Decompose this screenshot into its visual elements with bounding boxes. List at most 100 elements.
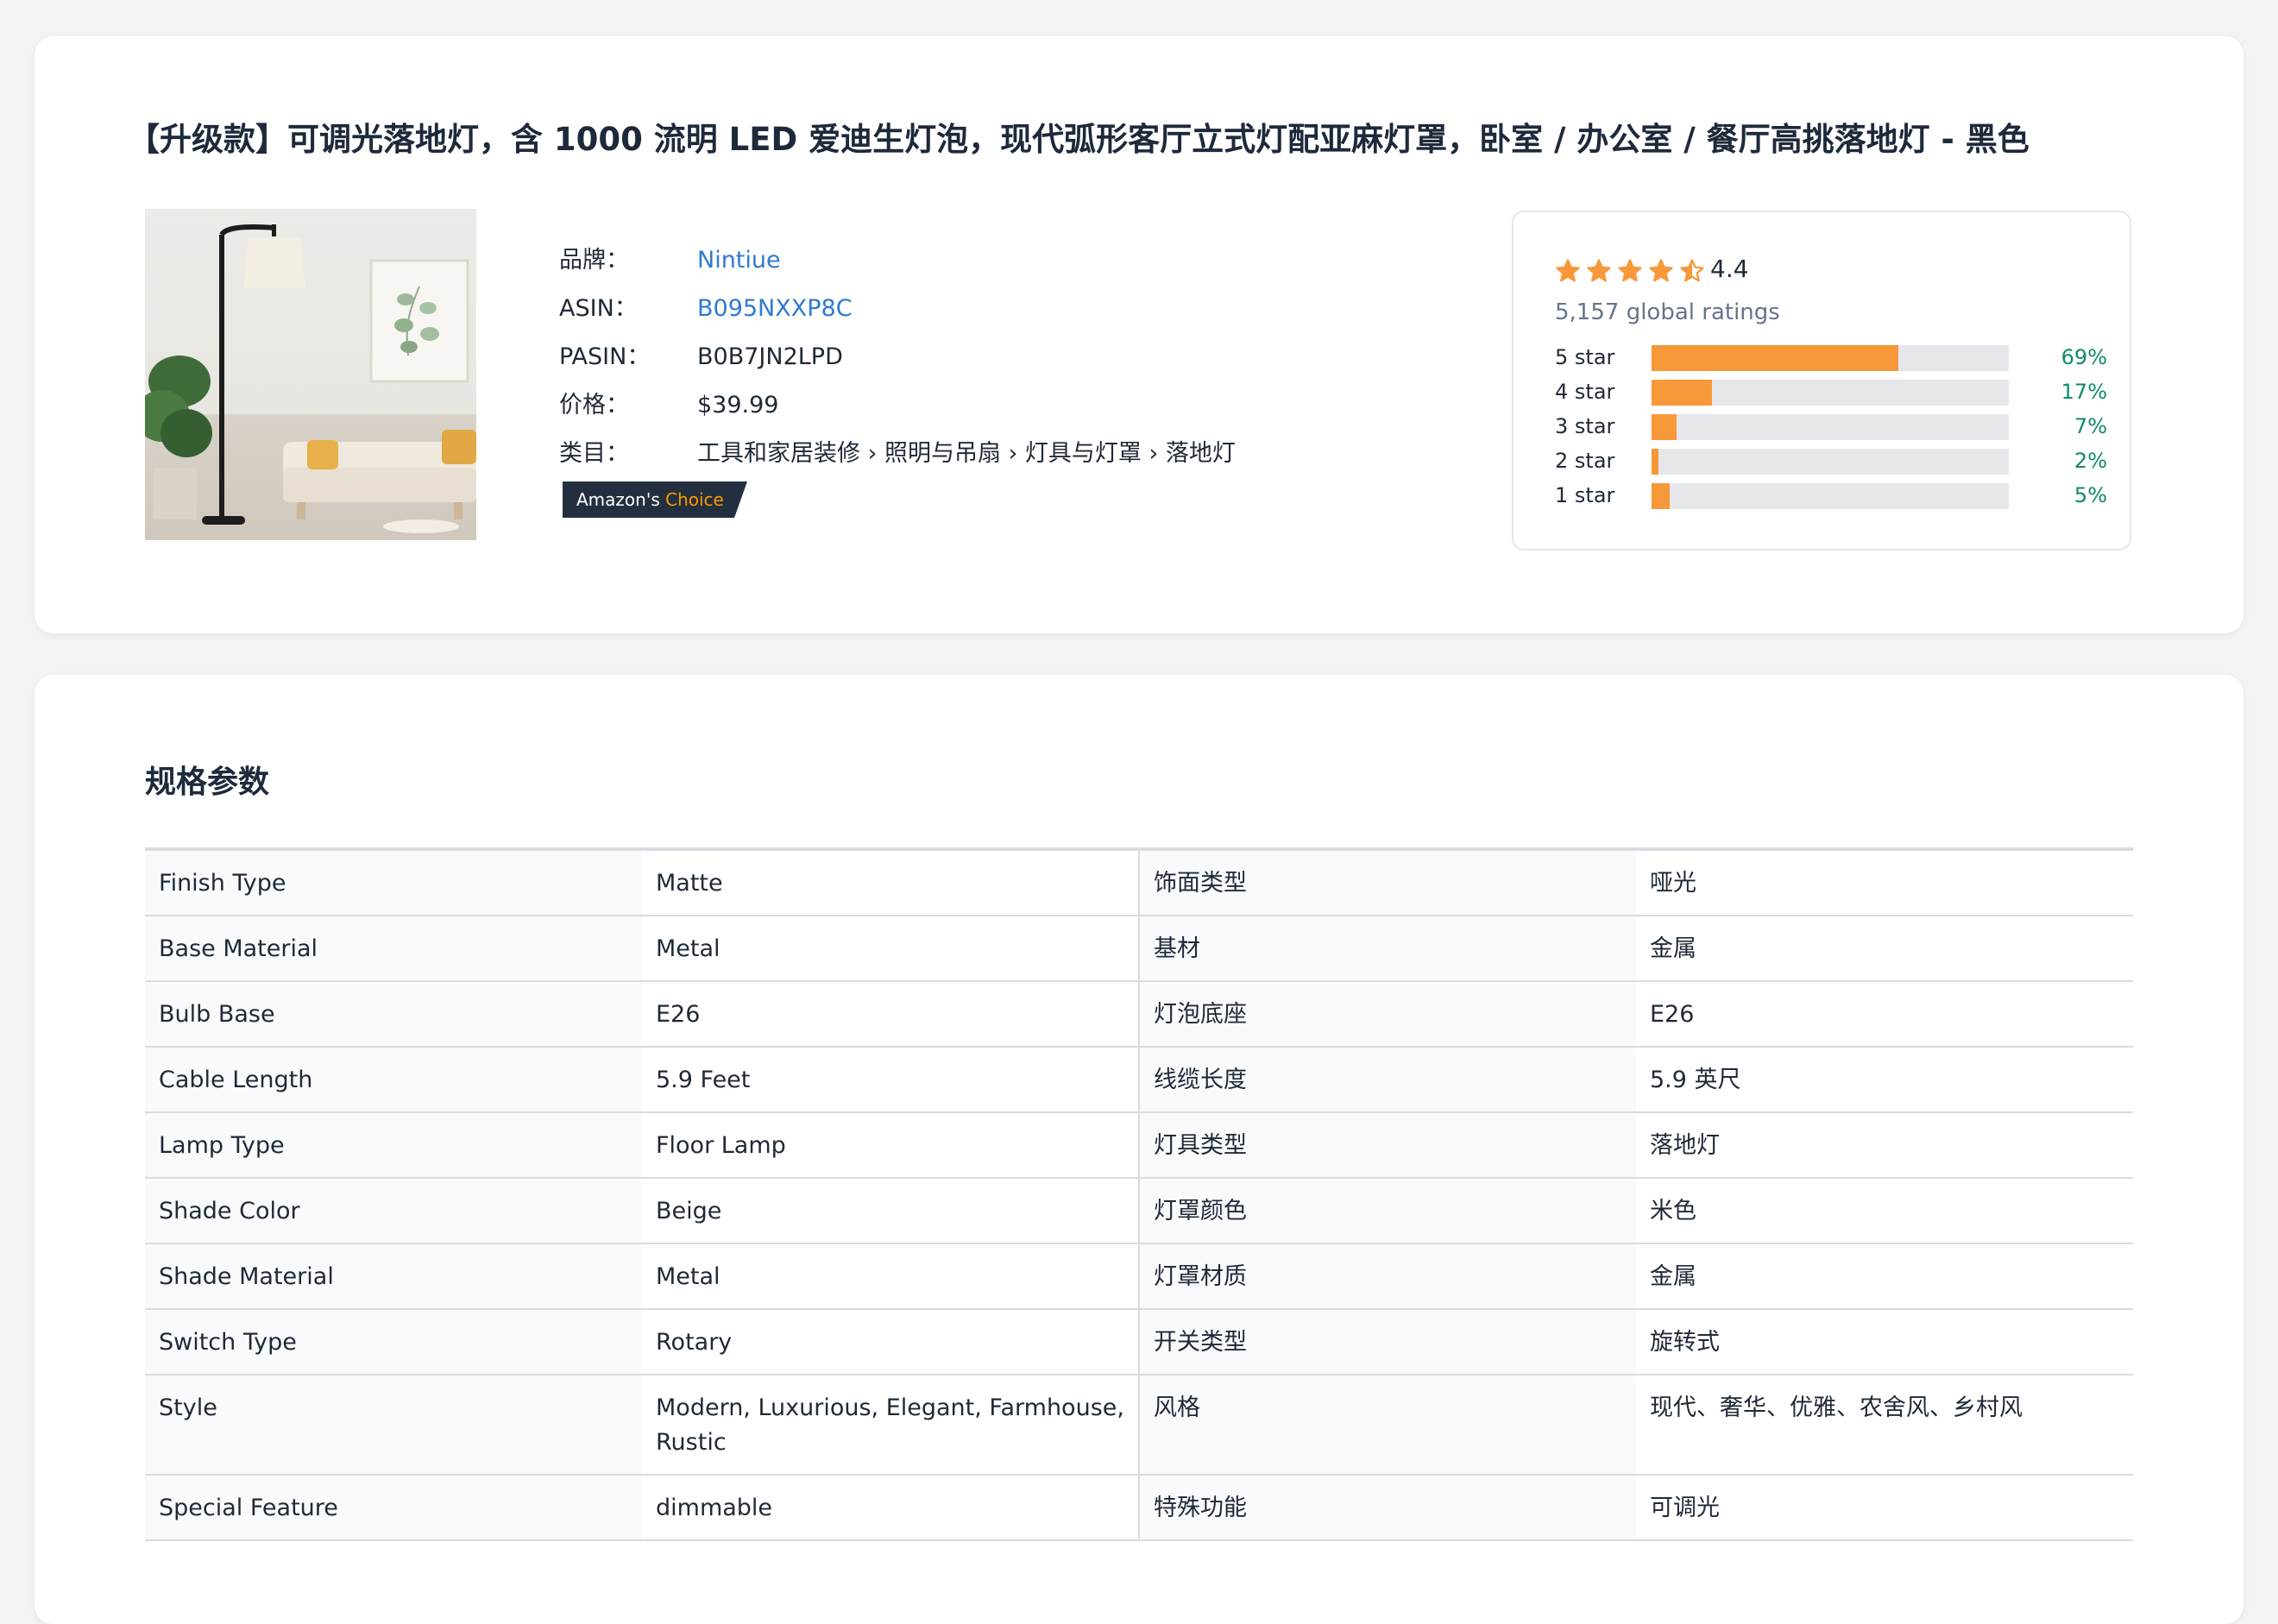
spec-value-zh: 金属 [1636,916,2133,982]
star-full-icon [1618,259,1642,282]
spec-row: Cable Length 5.9 Feet 线缆长度 5.9 英尺 [145,1047,2133,1113]
spec-value-en: dimmable [642,1475,1139,1541]
category-label: 类目： [559,440,629,467]
star-full-icon [1649,259,1673,282]
histogram-bar [1652,345,2009,371]
spec-key-zh: 灯泡底座 [1138,981,1636,1048]
histogram-star-label: 3 star [1555,414,1615,438]
spec-value-zh: 旋转式 [1636,1309,2133,1375]
spec-key-en: Switch Type [145,1309,642,1375]
spec-row: Lamp Type Floor Lamp 灯具类型 落地灯 [145,1112,2133,1179]
spec-key-en: Special Feature [145,1475,642,1541]
histogram-star-label: 4 star [1555,380,1615,404]
price-label: 价格： [559,392,629,419]
price-value: $39.99 [697,392,779,419]
spec-value-zh: 米色 [1636,1178,2133,1244]
spec-key-en: Bulb Base [145,981,642,1048]
histogram-bar-fill [1652,483,1670,509]
asin-link[interactable]: B095NXXP8C [697,292,853,326]
spec-key-en: Finish Type [145,849,642,916]
star-rating [1555,255,1705,286]
histogram-star-label: 1 star [1555,483,1615,507]
spec-value-en: Matte [642,849,1139,916]
histogram-row[interactable]: 1 star 5% [1555,482,2107,509]
star-full-icon [1587,259,1611,282]
spec-row: Style Modern, Luxurious, Elegant, Farmhou… [145,1375,2133,1476]
spec-value-en: Modern, Luxurious, Elegant, Farmhouse, R… [642,1375,1139,1476]
histogram-bar [1652,414,2009,440]
brand-label: 品牌： [559,247,629,274]
spec-key-en: Shade Color [145,1178,642,1244]
brand-link[interactable]: Nintiue [697,243,781,278]
pasin-value: B0B7JN2LPD [697,343,843,370]
spec-value-en: Metal [642,916,1139,982]
spec-value-zh: E26 [1636,981,2133,1048]
spec-value-en: Floor Lamp [642,1112,1139,1179]
product-card: 【升级款】可调光落地灯，含 1000 流明 LED 爱迪生灯泡，现代弧形客厅立式… [35,36,2243,633]
spec-value-en: Rotary [642,1309,1139,1375]
spec-row: Finish Type Matte 饰面类型 哑光 [145,849,2133,916]
spec-key-en: Lamp Type [145,1112,642,1179]
rating-value: 4.4 [1710,255,1749,283]
spec-row: Shade Color Beige 灯罩颜色 米色 [145,1178,2133,1244]
histogram-row[interactable]: 2 star 2% [1555,447,2107,475]
spec-key-zh: 基材 [1138,916,1636,982]
histogram-bar-fill [1652,345,1898,371]
spec-key-zh: 饰面类型 [1138,849,1636,916]
histogram-bar-fill [1652,380,1713,406]
spec-key-zh: 开关类型 [1138,1309,1636,1375]
spec-key-zh: 风格 [1138,1375,1636,1476]
specs-table: Finish Type Matte 饰面类型 哑光 Base Material Metal… [145,847,2133,1541]
histogram-bar-fill [1652,449,1659,475]
histogram-percent[interactable]: 5% [2074,482,2107,509]
spec-value-zh: 现代、奢华、优雅、农舍风、乡村风 [1636,1375,2133,1476]
spec-value-zh: 可调光 [1636,1475,2133,1541]
spec-value-zh: 哑光 [1636,849,2133,916]
spec-key-zh: 灯罩材质 [1138,1243,1636,1310]
spec-key-zh: 特殊功能 [1138,1475,1636,1541]
badge-accent: Choice [665,489,724,510]
specs-card: 规格参数 Finish Type Matte 饰面类型 哑光 Base Material… [35,675,2243,1624]
spec-row: Switch Type Rotary 开关类型 旋转式 [145,1309,2133,1375]
spec-value-zh: 5.9 英尺 [1636,1047,2133,1113]
rating-summary: 4.4 5,157 global ratings 5 star 69% 4 star… [1512,211,2131,551]
spec-key-zh: 线缆长度 [1138,1047,1636,1113]
spec-value-en: Beige [642,1178,1139,1244]
star-half-icon [1680,259,1704,282]
histogram-row[interactable]: 4 star 17% [1555,378,2107,406]
spec-value-en: 5.9 Feet [642,1047,1139,1113]
histogram-bar-fill [1652,414,1677,440]
badge-prefix: Amazon's [576,489,660,510]
product-image[interactable] [145,209,476,540]
product-title: 【升级款】可调光落地灯，含 1000 流明 LED 爱迪生灯泡，现代弧形客厅立式… [128,121,2029,158]
pasin-label: PASIN： [559,343,651,370]
histogram-row[interactable]: 5 star 69% [1555,343,2107,371]
spec-key-en: Base Material [145,916,642,982]
histogram-row[interactable]: 3 star 7% [1555,412,2107,440]
spec-value-zh: 落地灯 [1636,1112,2133,1179]
spec-row: Base Material Metal 基材 金属 [145,916,2133,982]
category-breadcrumb: 工具和家居装修 › 照明与吊扇 › 灯具与灯罩 › 落地灯 [697,440,1236,467]
histogram-bar [1652,380,2009,406]
spec-row: Bulb Base E26 灯泡底座 E26 [145,981,2133,1048]
spec-key-en: Cable Length [145,1047,642,1113]
amazons-choice-badge: Amazon's Choice [563,482,747,518]
spec-row: Shade Material Metal 灯罩材质 金属 [145,1243,2133,1310]
global-ratings-count: 5,157 global ratings [1555,299,1780,325]
asin-label: ASIN： [559,295,638,322]
spec-key-en: Shade Material [145,1243,642,1310]
spec-key-zh: 灯罩颜色 [1138,1178,1636,1244]
spec-value-en: Metal [642,1243,1139,1310]
star-full-icon [1556,259,1580,282]
histogram-star-label: 2 star [1555,449,1615,473]
histogram-percent[interactable]: 17% [2061,378,2107,406]
histogram-star-label: 5 star [1555,345,1615,369]
histogram-percent[interactable]: 7% [2074,412,2107,440]
spec-value-en: E26 [642,981,1139,1048]
spec-key-zh: 灯具类型 [1138,1112,1636,1179]
histogram-percent[interactable]: 2% [2074,447,2107,475]
histogram-bar [1652,483,2009,509]
spec-key-en: Style [145,1375,642,1476]
specs-heading: 规格参数 [145,765,270,800]
histogram-percent[interactable]: 69% [2061,343,2107,371]
